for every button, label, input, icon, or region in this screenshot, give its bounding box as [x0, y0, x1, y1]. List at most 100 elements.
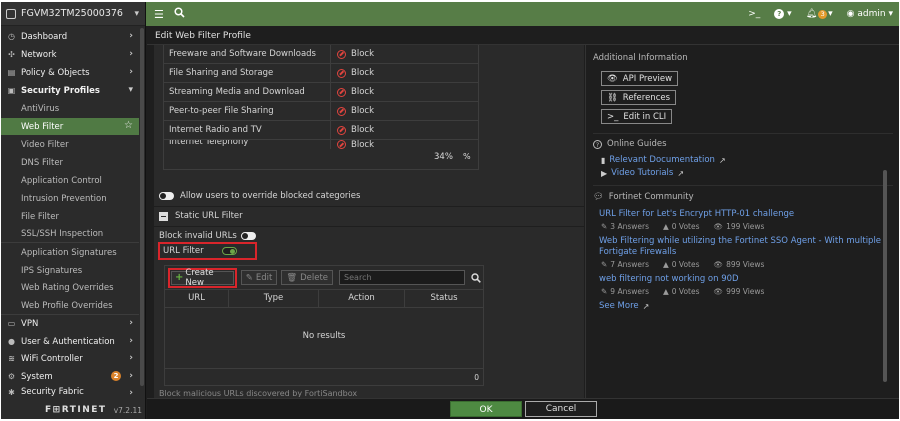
community-post-link[interactable]: web filtering not working on 90D: [599, 274, 739, 284]
sidebar-item-vpn[interactable]: ▭ VPN ›: [1, 315, 139, 332]
category-action[interactable]: Block: [331, 68, 374, 78]
sidebar-item-intrusion-prevention[interactable]: Intrusion Prevention: [1, 190, 139, 207]
search-icon[interactable]: [174, 7, 185, 21]
sidebar-item-security-profiles[interactable]: ▣ Security Profiles ▾: [1, 82, 139, 99]
star-icon[interactable]: ☆: [124, 120, 133, 131]
votes-count: ▲ 0 Votes: [662, 287, 700, 296]
hamburger-menu-icon[interactable]: ☰: [154, 8, 164, 21]
references-button[interactable]: ⛓︎ References: [601, 90, 677, 105]
sidebar-item-label: Web Rating Overrides: [21, 282, 114, 293]
notifications-menu[interactable]: 🔔︎ 3 ▾: [806, 9, 833, 19]
eye-icon: 👁︎: [607, 73, 618, 84]
edit-in-cli-button[interactable]: >_ Edit in CLI: [601, 109, 673, 124]
category-action[interactable]: Block: [331, 106, 374, 116]
table-row[interactable]: Internet Radio and TV Block: [164, 120, 478, 140]
help-menu[interactable]: ? ▾: [774, 9, 792, 19]
user-menu[interactable]: ◉ admin ▾: [847, 9, 893, 19]
sidebar-item-label: User & Authentication: [21, 336, 115, 347]
views-count: 👁︎ 999 Views: [713, 287, 765, 296]
api-preview-button[interactable]: 👁︎ API Preview: [601, 71, 679, 86]
button-label: Edit: [255, 272, 273, 283]
sidebar-item-web-filter[interactable]: Web Filter ☆: [1, 118, 139, 135]
column-header-status[interactable]: Status: [405, 290, 483, 307]
sidebar-item-label: Policy & Objects: [21, 67, 90, 78]
sidebar-item-web-profile-overrides[interactable]: Web Profile Overrides: [1, 297, 139, 314]
column-header-action[interactable]: Action: [319, 290, 405, 307]
see-more-link[interactable]: See More ↗: [599, 301, 649, 311]
link-label: Relevant Documentation: [609, 155, 715, 165]
sidebar-item-label: WiFi Controller: [21, 353, 83, 364]
sidebar-item-policy-objects[interactable]: ▤ Policy & Objects ›: [1, 64, 139, 81]
relevant-documentation-link[interactable]: ▮ Relevant Documentation ↗: [601, 155, 726, 165]
sidebar-item-antivirus[interactable]: AntiVirus: [1, 100, 139, 117]
category-action[interactable]: Block: [331, 140, 374, 149]
ok-button[interactable]: OK: [450, 401, 522, 417]
sidebar-item-wifi-controller[interactable]: ≋ WiFi Controller ›: [1, 350, 139, 367]
video-tutorials-link[interactable]: ▶ Video Tutorials ↗: [601, 168, 684, 178]
table-row[interactable]: File Sharing and Storage Block: [164, 63, 478, 83]
page-title: Edit Web Filter Profile: [155, 31, 251, 41]
create-new-button[interactable]: + Create New: [171, 268, 234, 288]
url-filter-toggle[interactable]: [221, 247, 237, 255]
policy-icon: ▤: [7, 68, 16, 77]
fortigate-window: FGVM32TM25000376 ▾ ◷ Dashboard › ✣ Netwo…: [1, 2, 899, 419]
button-label: Edit in CLI: [623, 111, 667, 122]
sidebar-scrollbar[interactable]: [140, 28, 144, 386]
override-setting: Allow users to override blocked categori…: [159, 191, 360, 201]
table-row[interactable]: Streaming Media and Download Block: [164, 82, 478, 102]
community-post-link[interactable]: Web Filtering while utilizing the Fortin…: [599, 236, 881, 246]
sidebar-item-file-filter[interactable]: File Filter: [1, 208, 139, 225]
url-filter-setting: URL Filter: [158, 242, 257, 260]
table-row[interactable]: Peer-to-peer File Sharing Block: [164, 101, 478, 121]
table-row[interactable]: Internet Telephony Block: [164, 140, 478, 149]
sidebar-item-security-fabric[interactable]: ✱ Security Fabric ›: [1, 385, 139, 399]
additional-info-heading: Additional Information: [593, 53, 688, 63]
community-post-link[interactable]: URL Filter for Let's Encrypt HTTP-01 cha…: [599, 209, 794, 219]
cancel-button[interactable]: Cancel: [525, 401, 597, 417]
category-action[interactable]: Block: [331, 49, 374, 59]
terminal-icon: >_: [607, 111, 619, 122]
sidebar-item-application-signatures[interactable]: Application Signatures: [1, 244, 139, 261]
views-count: 👁︎ 199 Views: [713, 222, 765, 231]
bell-icon: 🔔︎: [805, 9, 818, 19]
sidebar-item-label: Security Fabric: [21, 387, 84, 397]
chevron-right-icon: ›: [129, 371, 133, 381]
sidebar-item-web-rating-overrides[interactable]: Web Rating Overrides: [1, 279, 139, 296]
cli-console-icon[interactable]: >_: [748, 9, 760, 19]
answers-count: ✎ 7 Answers: [601, 260, 649, 269]
category-action[interactable]: Block: [331, 87, 374, 97]
sidebar-item-label: Application Signatures: [21, 247, 117, 258]
column-header-type[interactable]: Type: [229, 290, 319, 307]
community-post-link-continued[interactable]: Fortigate Firewalls: [599, 247, 676, 257]
delete-button[interactable]: 🗑︎ Delete: [281, 270, 334, 285]
sidebar-item-ssl-ssh-inspection[interactable]: SSL/SSH Inspection: [1, 225, 139, 242]
device-hostname: FGVM32TM25000376: [21, 8, 123, 19]
override-toggle[interactable]: [159, 192, 174, 200]
chevron-right-icon: ›: [129, 336, 133, 346]
table-row[interactable]: Freeware and Software Downloads Block: [164, 45, 478, 64]
sidebar-item-network[interactable]: ✣ Network ›: [1, 46, 139, 63]
block-invalid-toggle[interactable]: [240, 232, 256, 240]
search-input[interactable]: [339, 270, 466, 285]
sidebar-item-dns-filter[interactable]: DNS Filter: [1, 154, 139, 171]
edit-button[interactable]: ✎ Edit: [240, 270, 278, 285]
collapse-icon: [159, 211, 168, 221]
sidebar-item-ips-signatures[interactable]: IPS Signatures: [1, 262, 139, 279]
table-toolbar: + Create New ✎ Edit 🗑︎ Delete: [165, 266, 483, 289]
device-selector[interactable]: FGVM32TM25000376 ▾: [1, 2, 145, 26]
static-url-filter-header[interactable]: Static URL Filter: [159, 211, 243, 221]
url-filter-table: + Create New ✎ Edit 🗑︎ Delete Search URL…: [164, 265, 484, 386]
action-label: Block: [351, 140, 374, 149]
column-header-url[interactable]: URL: [165, 290, 229, 307]
row-count: 0: [474, 373, 479, 382]
category-action[interactable]: Block: [331, 125, 374, 135]
sidebar-item-user-authentication[interactable]: ● User & Authentication ›: [1, 333, 139, 350]
sidebar-item-application-control[interactable]: Application Control: [1, 172, 139, 189]
book-icon: ▮: [601, 155, 606, 165]
sidebar-item-video-filter[interactable]: Video Filter: [1, 136, 139, 153]
panel-scrollbar[interactable]: [883, 170, 887, 382]
fortinet-logo: F⊞RTINET: [45, 405, 107, 415]
sidebar-item-system[interactable]: ⚙ System 2 ›: [1, 368, 139, 385]
sidebar-item-dashboard[interactable]: ◷ Dashboard ›: [1, 28, 139, 45]
search-icon[interactable]: [469, 270, 483, 285]
